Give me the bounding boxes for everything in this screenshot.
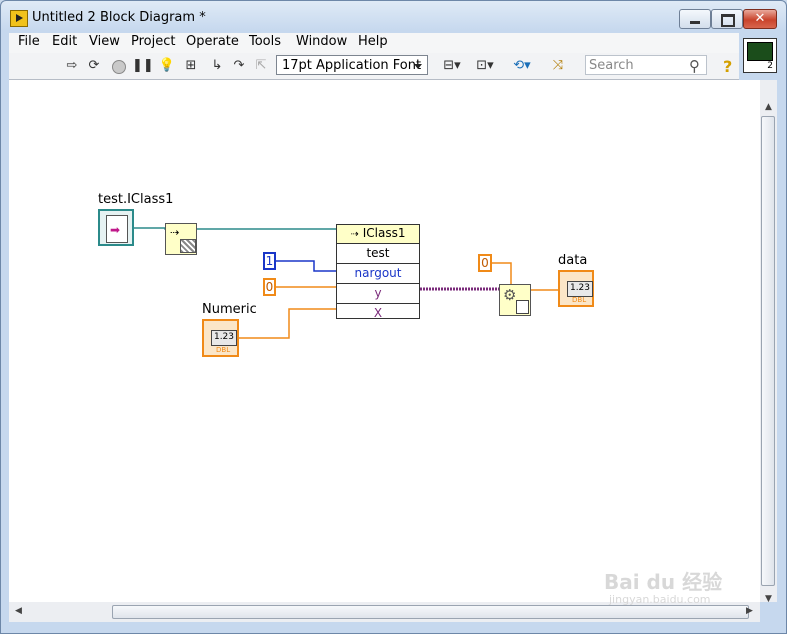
data-indicator-label[interactable]: data bbox=[558, 253, 587, 268]
watermark-logo: Bai du 经验 bbox=[604, 570, 723, 594]
numeric-control-type: DBL bbox=[216, 346, 231, 354]
watermark-url: jingyan.baidu.com bbox=[609, 593, 711, 606]
property-row-y[interactable]: y bbox=[337, 284, 419, 304]
cast-arrow-icon: ⇢ bbox=[170, 226, 180, 239]
index-wire bbox=[492, 262, 512, 285]
variant-to-data-node[interactable]: ⚙ bbox=[499, 284, 531, 316]
data-page-icon bbox=[516, 300, 529, 314]
to-more-generic-class-node[interactable]: ⇢ bbox=[165, 223, 197, 255]
property-row-nargout[interactable]: nargout bbox=[337, 264, 419, 284]
data-indicator-type: DBL bbox=[572, 296, 587, 304]
property-node-class-name: IClass1 bbox=[362, 226, 406, 240]
class-constant-label[interactable]: test.IClass1 bbox=[98, 192, 173, 207]
index-constant[interactable]: 0 bbox=[478, 254, 492, 272]
document-icon: ➡ bbox=[106, 215, 128, 243]
block-diagram-window: Untitled 2 Block Diagram * ✕ File Edit V… bbox=[0, 0, 787, 634]
property-node[interactable]: ⇢ IClass1 test nargout y X bbox=[336, 224, 420, 320]
data-indicator-value: 1.23 bbox=[567, 281, 593, 297]
arrow-right-icon: ➡ bbox=[110, 223, 121, 237]
numeric-control[interactable]: 1.23 DBL bbox=[202, 319, 239, 357]
property-row-test[interactable]: test bbox=[337, 244, 419, 264]
class-cube-icon bbox=[180, 239, 196, 253]
variant-icon: ⚙ bbox=[503, 286, 517, 304]
nargout-constant[interactable]: 1 bbox=[263, 252, 276, 270]
int-wire bbox=[276, 260, 336, 272]
property-node-header: ⇢ IClass1 bbox=[337, 225, 419, 244]
numeric-control-value: 1.23 bbox=[211, 330, 237, 346]
data-indicator[interactable]: 1.23 DBL bbox=[558, 270, 594, 307]
y-constant[interactable]: 0 bbox=[263, 278, 276, 296]
property-row-x[interactable]: X bbox=[337, 304, 419, 323]
numeric-control-label[interactable]: Numeric bbox=[202, 302, 257, 317]
class-constant[interactable]: ➡ bbox=[98, 209, 134, 246]
